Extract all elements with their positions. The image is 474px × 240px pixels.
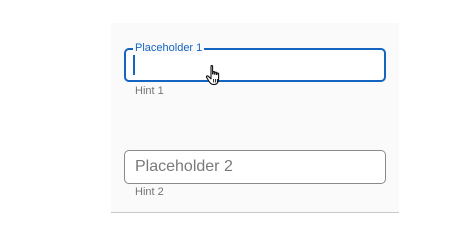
bottom-divider	[111, 212, 399, 213]
text-field-2-hint: Hint 2	[135, 186, 164, 198]
text-field-1-label: Placeholder 1	[133, 41, 205, 55]
text-caret	[133, 55, 135, 75]
text-field-2[interactable]: Placeholder 2	[124, 150, 386, 184]
text-field-2-placeholder: Placeholder 2	[135, 158, 233, 175]
hand-pointer-icon	[205, 65, 220, 86]
text-field-1-hint: Hint 1	[135, 85, 164, 97]
